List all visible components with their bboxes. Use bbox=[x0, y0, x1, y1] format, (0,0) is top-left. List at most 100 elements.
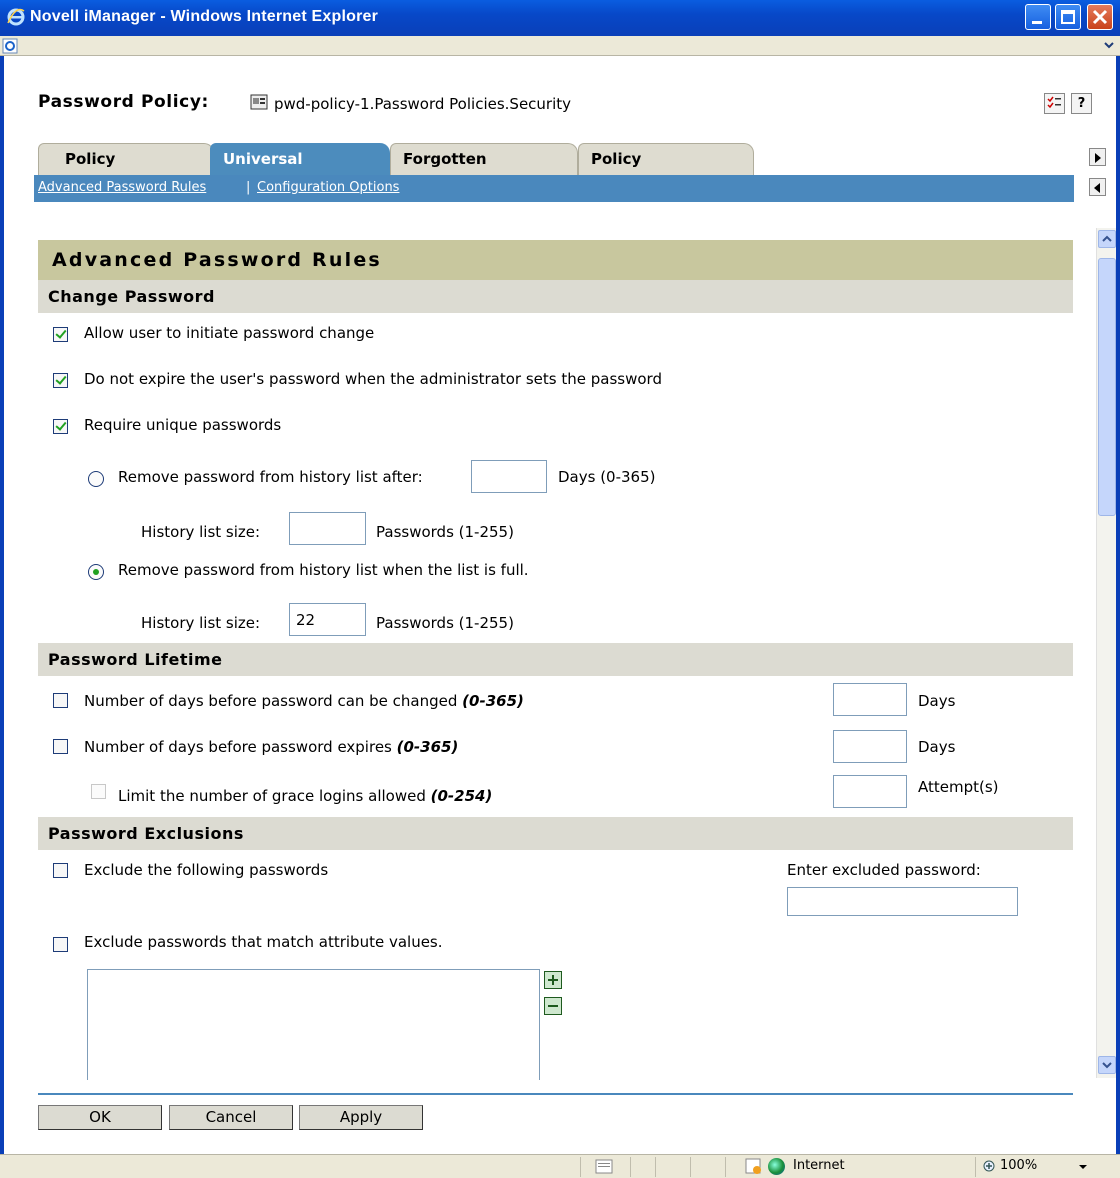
status-divider bbox=[655, 1157, 656, 1177]
require-unique-label: Require unique passwords bbox=[84, 416, 282, 434]
add-attribute-button[interactable] bbox=[544, 971, 562, 989]
grace-logins-input[interactable] bbox=[833, 775, 907, 808]
tab-policy-summary[interactable]: Policy Summary bbox=[38, 143, 214, 198]
history-size-unit-1: Passwords (1-255) bbox=[376, 523, 514, 541]
chevron-down-icon[interactable] bbox=[1102, 38, 1116, 52]
password-lifetime-header: Password Lifetime bbox=[38, 643, 1073, 676]
remove-attribute-button[interactable] bbox=[544, 997, 562, 1015]
exclude-following-checkbox[interactable] bbox=[53, 863, 68, 878]
password-exclusions-header: Password Exclusions bbox=[38, 817, 1073, 850]
status-divider bbox=[580, 1157, 581, 1177]
apply-button[interactable]: Apply bbox=[299, 1105, 423, 1130]
history-full-radio[interactable] bbox=[88, 564, 104, 580]
maximize-icon bbox=[1061, 10, 1075, 24]
allow-change-label: Allow user to initiate password change bbox=[84, 324, 375, 342]
tab-bar: Policy Summary Universal Password Forgot… bbox=[38, 143, 798, 198]
internet-explorer-icon bbox=[7, 8, 25, 26]
ok-button[interactable]: OK bbox=[38, 1105, 162, 1130]
close-icon bbox=[1092, 9, 1108, 25]
days-before-expire-checkbox[interactable] bbox=[53, 739, 68, 754]
grace-logins-checkbox[interactable] bbox=[91, 784, 106, 799]
tasks-icon[interactable] bbox=[1044, 93, 1065, 114]
window-frame-left bbox=[0, 56, 4, 1154]
status-divider bbox=[975, 1157, 976, 1177]
excluded-password-input[interactable] bbox=[787, 887, 1018, 916]
status-divider bbox=[630, 1157, 631, 1177]
days-before-expire-label: Number of days before password expires (… bbox=[84, 738, 459, 756]
maximize-button[interactable] bbox=[1055, 4, 1081, 30]
exclude-attr-label: Exclude passwords that match attribute v… bbox=[84, 933, 443, 951]
page-status-icon bbox=[595, 1159, 613, 1174]
history-size-label-2: History list size: bbox=[141, 614, 261, 632]
window-titlebar: Novell iManager - Windows Internet Explo… bbox=[0, 0, 1120, 36]
sub-navigation: Advanced Password Rules | Configuration … bbox=[34, 175, 1074, 202]
protected-mode-icon bbox=[745, 1158, 761, 1174]
zoom-dropdown-icon[interactable] bbox=[1078, 1163, 1088, 1171]
history-days-label: Remove password from history list after: bbox=[118, 468, 423, 486]
change-password-heading: Change Password bbox=[48, 287, 215, 306]
policy-name: pwd-policy-1.Password Policies.Security bbox=[274, 95, 572, 113]
scrollbar-thumb[interactable] bbox=[1098, 258, 1116, 516]
policy-form: Advanced Password Rules Change Password … bbox=[38, 240, 1073, 1080]
allow-change-checkbox[interactable] bbox=[53, 327, 68, 342]
chevron-up-icon bbox=[1102, 235, 1112, 242]
footer-divider bbox=[38, 1093, 1073, 1095]
require-unique-checkbox[interactable] bbox=[53, 419, 68, 434]
arrow-right-icon bbox=[1095, 153, 1101, 163]
address-bar[interactable] bbox=[0, 36, 1120, 56]
no-expire-label: Do not expire the user's password when t… bbox=[84, 370, 662, 388]
scroll-up-button[interactable] bbox=[1098, 230, 1116, 248]
plus-icon-vertical bbox=[552, 975, 554, 985]
history-size-label-1: History list size: bbox=[141, 523, 261, 541]
history-full-label: Remove password from history list when t… bbox=[118, 561, 529, 579]
tab-universal-password[interactable]: Universal Password bbox=[210, 143, 390, 198]
no-expire-checkbox[interactable] bbox=[53, 373, 68, 388]
password-lifetime-heading: Password Lifetime bbox=[48, 650, 223, 669]
days-before-expire-input[interactable] bbox=[833, 730, 907, 763]
arrow-left-icon bbox=[1094, 183, 1100, 193]
password-exclusions-heading: Password Exclusions bbox=[48, 824, 244, 843]
grace-logins-unit: Attempt(s) bbox=[918, 778, 999, 796]
days-before-change-label: Number of days before password can be ch… bbox=[84, 692, 524, 710]
internet-zone-icon bbox=[768, 1158, 785, 1175]
tab-policy-assignment[interactable]: Policy Assignment bbox=[578, 143, 754, 198]
help-button[interactable]: ? bbox=[1071, 93, 1092, 114]
link-configuration-options[interactable]: Configuration Options bbox=[257, 180, 399, 195]
page-icon bbox=[2, 38, 18, 54]
exclude-following-label: Exclude the following passwords bbox=[84, 861, 329, 879]
days-before-change-checkbox[interactable] bbox=[53, 693, 68, 708]
zoom-level[interactable]: 100% bbox=[1000, 1158, 1037, 1173]
window-title: Novell iManager - Windows Internet Explo… bbox=[30, 8, 379, 25]
days-before-expire-unit: Days bbox=[918, 738, 956, 756]
excluded-password-label: Enter excluded password: bbox=[787, 861, 981, 879]
vertical-scrollbar[interactable] bbox=[1096, 228, 1116, 1078]
policy-object-icon bbox=[250, 94, 268, 110]
minimize-icon bbox=[1032, 21, 1042, 24]
exclude-attr-checkbox[interactable] bbox=[53, 937, 68, 952]
history-size-input-2[interactable] bbox=[289, 603, 366, 636]
scroll-tabs-right-button[interactable] bbox=[1089, 148, 1106, 166]
security-zone: Internet bbox=[793, 1158, 845, 1173]
link-advanced-password-rules[interactable]: Advanced Password Rules bbox=[38, 180, 206, 195]
tab-forgotten-password[interactable]: Forgotten Password bbox=[390, 143, 578, 198]
minus-icon bbox=[548, 1005, 558, 1007]
checklist-icon bbox=[1047, 96, 1061, 109]
status-divider bbox=[690, 1157, 691, 1177]
history-days-unit: Days (0-365) bbox=[558, 468, 656, 486]
subnav-separator: | bbox=[246, 180, 251, 195]
change-password-header: Change Password bbox=[38, 280, 1073, 313]
history-days-radio[interactable] bbox=[88, 471, 104, 487]
history-size-input-1[interactable] bbox=[289, 512, 366, 545]
scroll-tabs-left-button[interactable] bbox=[1089, 178, 1106, 196]
minimize-button[interactable] bbox=[1025, 4, 1051, 30]
cancel-button[interactable]: Cancel bbox=[169, 1105, 293, 1130]
days-before-change-input[interactable] bbox=[833, 683, 907, 716]
zoom-icon bbox=[983, 1160, 995, 1172]
scroll-down-button[interactable] bbox=[1098, 1056, 1116, 1074]
history-days-input[interactable] bbox=[471, 460, 547, 493]
page-title: Password Policy: bbox=[38, 92, 209, 112]
attribute-values-list[interactable] bbox=[87, 969, 540, 1080]
section-title-bar: Advanced Password Rules bbox=[38, 240, 1073, 280]
history-size-unit-2: Passwords (1-255) bbox=[376, 614, 514, 632]
close-button[interactable] bbox=[1087, 4, 1113, 30]
